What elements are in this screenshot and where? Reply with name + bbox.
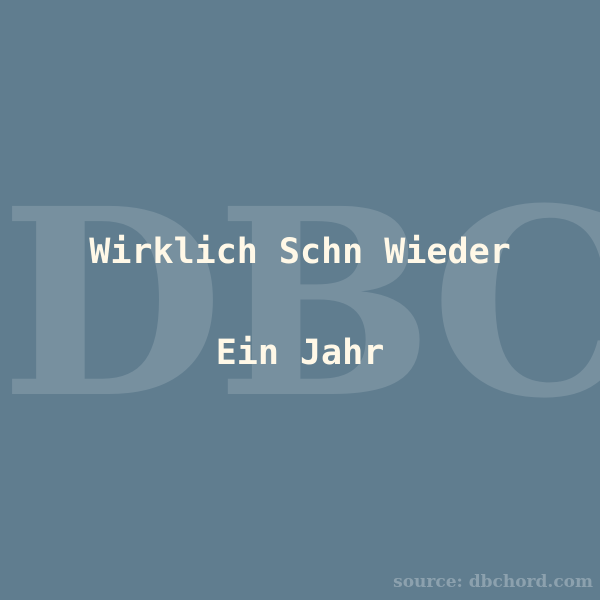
song-subtitle: Ein Jahr [215, 333, 385, 373]
dbc-watermark: DBC [0, 152, 600, 455]
cover-card: DBC Wirklich Schn Wieder Ein Jahr source… [0, 0, 600, 600]
source-credit: source: dbchord.com [393, 572, 593, 592]
song-title: Wirklich Schn Wieder [89, 232, 511, 272]
